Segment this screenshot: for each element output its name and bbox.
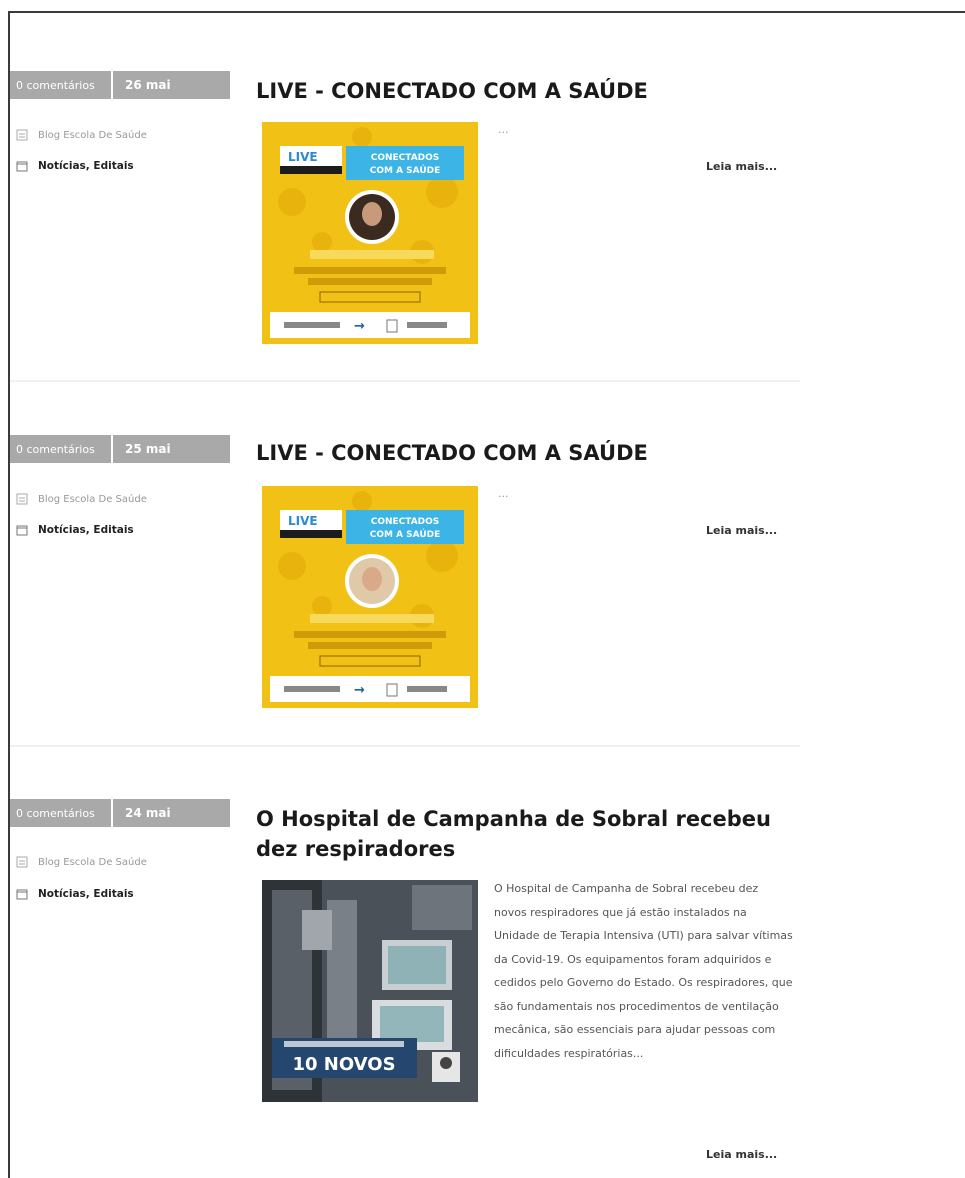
read-more-link[interactable]: Leia mais... (706, 524, 777, 537)
read-more-link[interactable]: Leia mais... (706, 1148, 777, 1161)
live-headline-1: CONECTADOS (371, 517, 440, 527)
post-date: 24 mai (125, 806, 171, 820)
post-excerpt: ... (498, 123, 509, 136)
author-name[interactable]: Blog Escola De Saúde (38, 494, 147, 505)
hospital-photo: 10 NOVOS (262, 880, 478, 1102)
folder-icon (16, 525, 28, 536)
post-title[interactable]: LIVE - CONECTADO COM A SAÚDE (256, 438, 786, 468)
post-meta-bar: 0 comentários 24 mai (10, 799, 230, 827)
live-poster-art: LIVE CONECTADOS COM A SAÚDE → (262, 122, 478, 344)
post-date: 25 mai (125, 442, 171, 456)
categories-link[interactable]: Notícias, Editais (38, 160, 134, 172)
post-author: Blog Escola De Saúde (16, 856, 147, 868)
svg-text:→: → (354, 319, 365, 334)
live-headline-2: COM A SAÚDE (370, 164, 441, 176)
post-categories: Notícias, Editais (16, 888, 134, 900)
post-author: Blog Escola De Saúde (16, 129, 147, 141)
live-headline-2: COM A SAÚDE (370, 528, 441, 540)
post-title[interactable]: LIVE - CONECTADO COM A SAÚDE (256, 76, 786, 106)
post-title[interactable]: O Hospital de Campanha de Sobral recebeu… (256, 804, 776, 864)
post-excerpt: ... (498, 487, 509, 500)
post-author: Blog Escola De Saúde (16, 493, 147, 505)
user-icon (16, 493, 28, 505)
photo-banner: 10 NOVOS (292, 1054, 395, 1075)
live-poster-art: LIVE CONECTADOS COM A SAÚDE → (262, 486, 478, 708)
comments-count[interactable]: 0 comentários (10, 799, 113, 827)
categories-link[interactable]: Notícias, Editais (38, 888, 134, 900)
page-frame (8, 11, 965, 1178)
folder-icon (16, 161, 28, 172)
live-headline-1: CONECTADOS (371, 153, 440, 163)
author-name[interactable]: Blog Escola De Saúde (38, 857, 147, 868)
author-name[interactable]: Blog Escola De Saúde (38, 130, 147, 141)
post-excerpt: O Hospital de Campanha de Sobral recebeu… (494, 882, 793, 1060)
post-thumbnail[interactable]: LIVE CONECTADOS COM A SAÚDE → (262, 122, 478, 344)
comments-count[interactable]: 0 comentários (10, 71, 113, 99)
folder-icon (16, 889, 28, 900)
categories-link[interactable]: Notícias, Editais (38, 524, 134, 536)
post-thumbnail[interactable]: LIVE CONECTADOS COM A SAÚDE → (262, 486, 478, 708)
post-meta-bar: 0 comentários 25 mai (10, 435, 230, 463)
read-more-link[interactable]: Leia mais... (706, 160, 777, 173)
post-categories: Notícias, Editais (16, 160, 134, 172)
live-poster: LIVE CONECTADOS COM A SAÚDE → (262, 122, 478, 344)
user-icon (16, 129, 28, 141)
post-divider (10, 745, 800, 747)
live-badge: LIVE (288, 150, 318, 164)
user-icon (16, 856, 28, 868)
post-date: 26 mai (125, 78, 171, 92)
post-thumbnail[interactable]: 10 NOVOS (262, 880, 478, 1102)
comments-count[interactable]: 0 comentários (10, 435, 113, 463)
live-badge: LIVE (288, 514, 318, 528)
svg-text:→: → (354, 683, 365, 698)
post-meta-bar: 0 comentários 26 mai (10, 71, 230, 99)
post-categories: Notícias, Editais (16, 524, 134, 536)
post-divider (10, 380, 800, 382)
live-poster: LIVE CONECTADOS COM A SAÚDE → (262, 486, 478, 708)
